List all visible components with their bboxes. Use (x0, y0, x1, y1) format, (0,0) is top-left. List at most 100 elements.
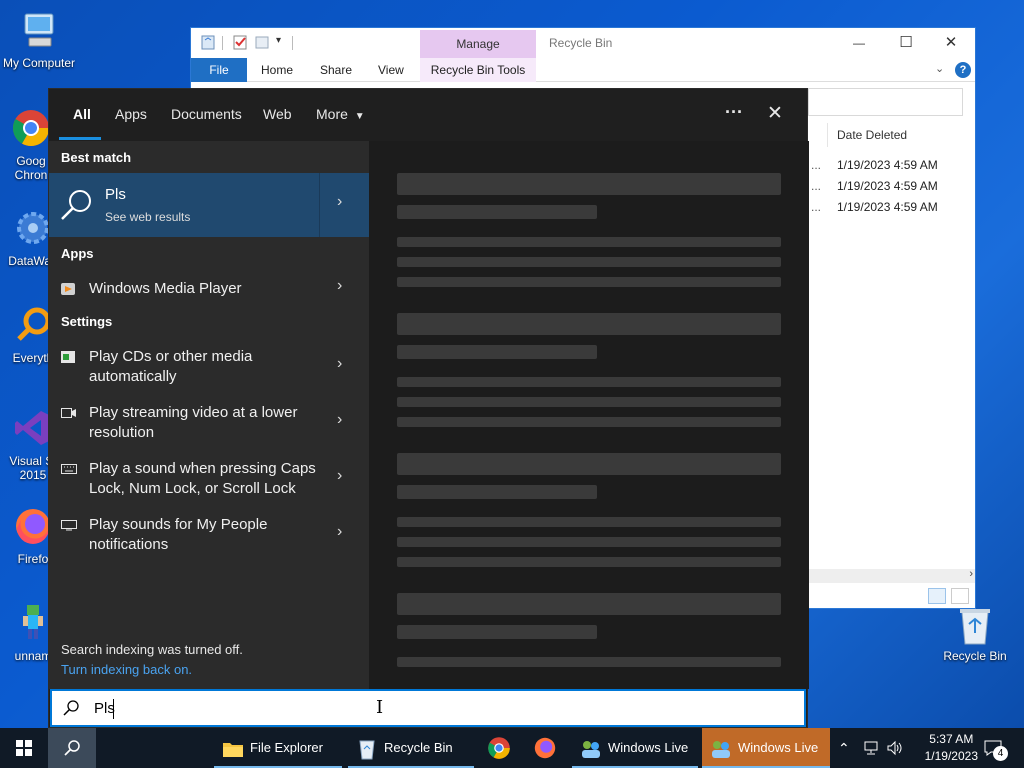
tab-view[interactable]: View (378, 63, 404, 77)
tab-home[interactable]: Home (261, 63, 293, 77)
title-bar: ▾ Manage Recycle Bin — ☐ ✕ (191, 28, 975, 58)
computer-icon (24, 13, 54, 47)
help-icon[interactable]: ? (955, 62, 971, 78)
chevron-right-icon[interactable]: › (337, 523, 342, 541)
quick-access-dropdown-icon[interactable]: ▾ (276, 35, 281, 46)
column-header-date-deleted[interactable]: Date Deleted (837, 128, 907, 142)
taskbar-recycle-bin[interactable]: Recycle Bin (348, 728, 474, 768)
desktop-icon-label: My Computer (2, 56, 76, 70)
loading-placeholder (397, 313, 781, 335)
search-flyout: All Apps Documents Web More ▼ ··· ✕ Best… (48, 88, 809, 728)
ribbon-tabs: File Home Share View Recycle Bin Tools ⌄… (191, 58, 975, 82)
loading-placeholder (397, 173, 781, 195)
details-view-button[interactable] (928, 588, 946, 604)
loading-placeholder (397, 657, 781, 667)
result-label: Play streaming video at a lower resoluti… (89, 404, 298, 441)
toolbar-separator (222, 36, 223, 50)
new-folder-icon[interactable] (254, 34, 270, 50)
tab-recycle-bin-tools[interactable]: Recycle Bin Tools (420, 58, 536, 82)
file-row[interactable]: ... 1/19/2023 4:59 AM (811, 179, 938, 193)
clock-time: 5:37 AM (929, 732, 974, 746)
tab-share[interactable]: Share (320, 63, 352, 77)
recycle-bin-small-icon[interactable] (200, 34, 216, 50)
pixel-character-icon (23, 605, 43, 639)
start-button[interactable] (0, 728, 48, 768)
file-row[interactable]: ... 1/19/2023 4:59 AM (811, 200, 938, 214)
show-hidden-icons-button[interactable]: ⌃ (838, 728, 856, 768)
chevron-right-icon[interactable]: › (337, 411, 342, 429)
gear-icon (17, 212, 49, 244)
taskbar-firefox[interactable] (526, 728, 566, 768)
taskbar-file-explorer[interactable]: File Explorer (214, 728, 342, 768)
loading-placeholder (397, 237, 781, 247)
system-clock[interactable]: 5:37 AM 1/19/2023 (925, 731, 978, 765)
tab-documents[interactable]: Documents (171, 106, 242, 122)
desktop-icon-recycle-bin[interactable]: Recycle Bin (940, 604, 1010, 663)
media-player-icon (61, 283, 75, 295)
tab-all[interactable]: All (73, 106, 91, 122)
taskbar: File Explorer Recycle Bin Windows Live .… (0, 728, 1024, 768)
tab-manage[interactable]: Manage (420, 30, 536, 58)
indexing-status-text: Search indexing was turned off. (61, 642, 243, 657)
date-deleted-cell: 1/19/2023 4:59 AM (837, 179, 938, 193)
taskbar-chrome[interactable] (480, 728, 520, 768)
result-label: Play CDs or other media automatically (89, 348, 253, 385)
search-taskbar-button[interactable] (48, 728, 96, 768)
tab-more[interactable]: More ▼ (316, 106, 365, 122)
large-icons-view-button[interactable] (951, 588, 969, 604)
volume-icon[interactable] (886, 740, 902, 756)
horizontal-scrollbar[interactable]: › (808, 568, 975, 583)
desktop-icon-my-computer[interactable]: My Computer (1, 10, 77, 70)
properties-icon[interactable] (232, 34, 248, 50)
desktop-icon-label: Goog Chron (14, 154, 48, 182)
firefox-icon (534, 737, 556, 759)
search-box[interactable] (808, 88, 963, 116)
result-caps-lock-sound[interactable]: Play a sound when pressing Caps Lock, Nu… (49, 459, 369, 503)
window-title: Recycle Bin (549, 36, 613, 50)
result-my-people-sounds[interactable]: Play sounds for My People notifications … (49, 515, 369, 559)
preview-pane-loading (369, 141, 809, 689)
taskbar-label: File Explorer (250, 740, 323, 755)
turn-indexing-on-link[interactable]: Turn indexing back on. (61, 662, 192, 677)
loading-placeholder (397, 277, 781, 287)
result-streaming-video[interactable]: Play streaming video at a lower resoluti… (49, 403, 369, 447)
keyboard-icon (61, 464, 77, 474)
chevron-right-icon[interactable]: › (337, 277, 342, 295)
taskbar-windows-live-2[interactable]: Windows Live ... (702, 728, 830, 768)
loading-placeholder (397, 537, 781, 547)
close-search-button[interactable]: ✕ (767, 102, 783, 125)
expand-ribbon-icon[interactable]: ⌄ (935, 62, 944, 75)
search-input[interactable]: Pls I (50, 689, 806, 727)
column-separator (827, 123, 828, 147)
search-results-list: Best match Pls See web results › Apps Wi… (49, 141, 369, 689)
close-button[interactable]: ✕ (931, 32, 971, 54)
chevron-right-icon[interactable]: › (337, 467, 342, 485)
action-center-button[interactable]: 4 (978, 728, 1024, 768)
search-query: Pls (94, 700, 115, 717)
desktop-icon-label: Recycle Bin (943, 649, 1007, 663)
tab-more-label: More (316, 106, 348, 122)
file-row[interactable]: ... 1/19/2023 4:59 AM (811, 158, 938, 172)
recycle-bin-icon (359, 740, 375, 760)
loading-placeholder (397, 205, 597, 219)
tab-apps[interactable]: Apps (115, 106, 147, 122)
maximize-button[interactable]: ☐ (886, 32, 926, 54)
tab-file[interactable]: File (191, 58, 247, 82)
result-windows-media-player[interactable]: Windows Media Player › (49, 277, 369, 301)
taskbar-label: Recycle Bin (384, 740, 453, 755)
search-scope-tabs: All Apps Documents Web More ▼ ··· ✕ (49, 89, 807, 141)
network-icon[interactable] (863, 740, 879, 756)
chrome-icon (12, 110, 50, 147)
scroll-right-icon[interactable]: › (969, 568, 973, 580)
taskbar-windows-live-1[interactable]: Windows Live ... (572, 728, 698, 768)
windows-live-icon (712, 740, 730, 758)
settings-heading: Settings (61, 314, 113, 329)
result-play-cds[interactable]: Play CDs or other media automatically › (49, 347, 369, 391)
chevron-right-icon[interactable]: › (337, 355, 342, 373)
more-options-button[interactable]: ··· (725, 102, 743, 123)
tab-web[interactable]: Web (263, 106, 292, 122)
best-match-result[interactable]: Pls See web results › (49, 173, 369, 237)
minimize-button[interactable]: — (839, 32, 879, 54)
chevron-right-icon[interactable]: › (337, 193, 342, 211)
best-match-heading: Best match (61, 150, 132, 165)
